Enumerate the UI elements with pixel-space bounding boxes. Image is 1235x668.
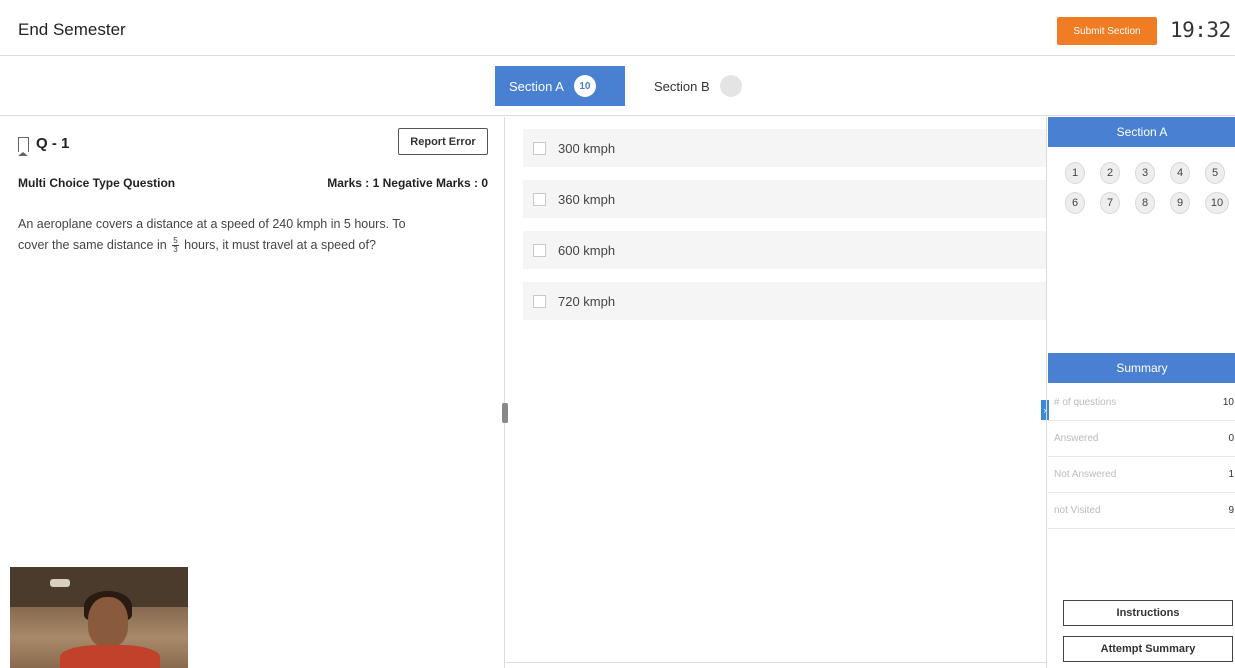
- question-number: Q - 1: [36, 135, 70, 152]
- summary-row: Answered 0: [1048, 421, 1235, 457]
- palette-question[interactable]: 10: [1205, 192, 1229, 214]
- timer: 19:32: [1170, 18, 1231, 42]
- instructions-button[interactable]: Instructions: [1063, 600, 1233, 626]
- summary-row: not Visited 9: [1048, 493, 1235, 529]
- summary-label: Not Answered: [1054, 469, 1117, 480]
- palette-question[interactable]: 5: [1205, 162, 1225, 184]
- summary-value: 9: [1228, 505, 1234, 516]
- option-checkbox[interactable]: [533, 141, 546, 155]
- option-4[interactable]: 720 kmph: [523, 282, 1046, 320]
- summary-value: 10: [1222, 397, 1234, 408]
- option-label: 300 kmph: [558, 140, 616, 156]
- summary-row: # of questions 10: [1048, 385, 1235, 421]
- palette-question[interactable]: 9: [1170, 192, 1190, 214]
- summary-label: # of questions: [1054, 397, 1117, 408]
- option-checkbox[interactable]: [533, 294, 546, 308]
- divider: [506, 662, 1046, 663]
- tab-section-b[interactable]: Section B 0: [640, 66, 770, 106]
- tab-count-badge: 0: [719, 75, 742, 97]
- bookmark-icon[interactable]: [18, 137, 29, 156]
- question-pane: Q - 1 Report Error Multi Choice Type Que…: [0, 117, 505, 668]
- summary-value: 1: [1228, 469, 1234, 480]
- tab-label: Section A: [509, 78, 564, 94]
- summary-label: Answered: [1054, 433, 1099, 444]
- tab-label: Section B: [654, 78, 710, 94]
- palette-question[interactable]: 2: [1100, 162, 1120, 184]
- attempt-summary-button[interactable]: Attempt Summary: [1063, 636, 1233, 662]
- option-checkbox[interactable]: [533, 243, 546, 257]
- section-tabs: Section A 10 Section B 0: [0, 56, 1235, 116]
- palette-question[interactable]: 3: [1135, 162, 1155, 184]
- palette-question[interactable]: 4: [1170, 162, 1190, 184]
- options-pane: 300 kmph 360 kmph 600 kmph 720 kmph: [506, 117, 1046, 668]
- palette-question[interactable]: 7: [1100, 192, 1120, 214]
- palette-question[interactable]: 6: [1065, 192, 1085, 214]
- webcam-preview: [10, 567, 188, 668]
- summary-value: 0: [1228, 433, 1234, 444]
- question-palette-panel: Section A 1 2 3 4 5 6 7 8 9 10 Summary #…: [1046, 117, 1235, 668]
- summary-title: Summary: [1048, 353, 1235, 383]
- question-text-line1: An aeroplane covers a distance at a spee…: [18, 217, 406, 231]
- submit-section-button[interactable]: Submit Section: [1057, 17, 1157, 45]
- option-1[interactable]: 300 kmph: [523, 129, 1046, 167]
- exam-title: End Semester: [18, 20, 126, 39]
- fraction-denominator: 3: [173, 245, 178, 255]
- palette-question[interactable]: 8: [1135, 192, 1155, 214]
- summary-row: Not Answered 1: [1048, 457, 1235, 493]
- palette-question[interactable]: 1: [1065, 162, 1085, 184]
- fraction: 53: [172, 237, 179, 255]
- option-label: 720 kmph: [558, 293, 616, 309]
- question-text-line2b: hours, it must travel at a speed of?: [184, 238, 376, 252]
- option-label: 600 kmph: [558, 242, 616, 258]
- option-2[interactable]: 360 kmph: [523, 180, 1046, 218]
- report-error-button[interactable]: Report Error: [398, 128, 488, 155]
- option-checkbox[interactable]: [533, 192, 546, 206]
- question-text: An aeroplane covers a distance at a spee…: [18, 214, 488, 256]
- option-3[interactable]: 600 kmph: [523, 231, 1046, 269]
- summary-label: not Visited: [1054, 505, 1101, 516]
- palette-title: Section A: [1048, 117, 1235, 147]
- question-marks: Marks : 1 Negative Marks : 0: [327, 176, 488, 190]
- option-label: 360 kmph: [558, 191, 616, 207]
- tab-count-badge: 10: [573, 75, 596, 97]
- question-text-line2a: cover the same distance in: [18, 238, 167, 252]
- tab-section-a[interactable]: Section A 10: [495, 66, 625, 106]
- header-bar: End Semester Submit Section 19:32: [0, 0, 1235, 56]
- question-type: Multi Choice Type Question: [18, 176, 176, 190]
